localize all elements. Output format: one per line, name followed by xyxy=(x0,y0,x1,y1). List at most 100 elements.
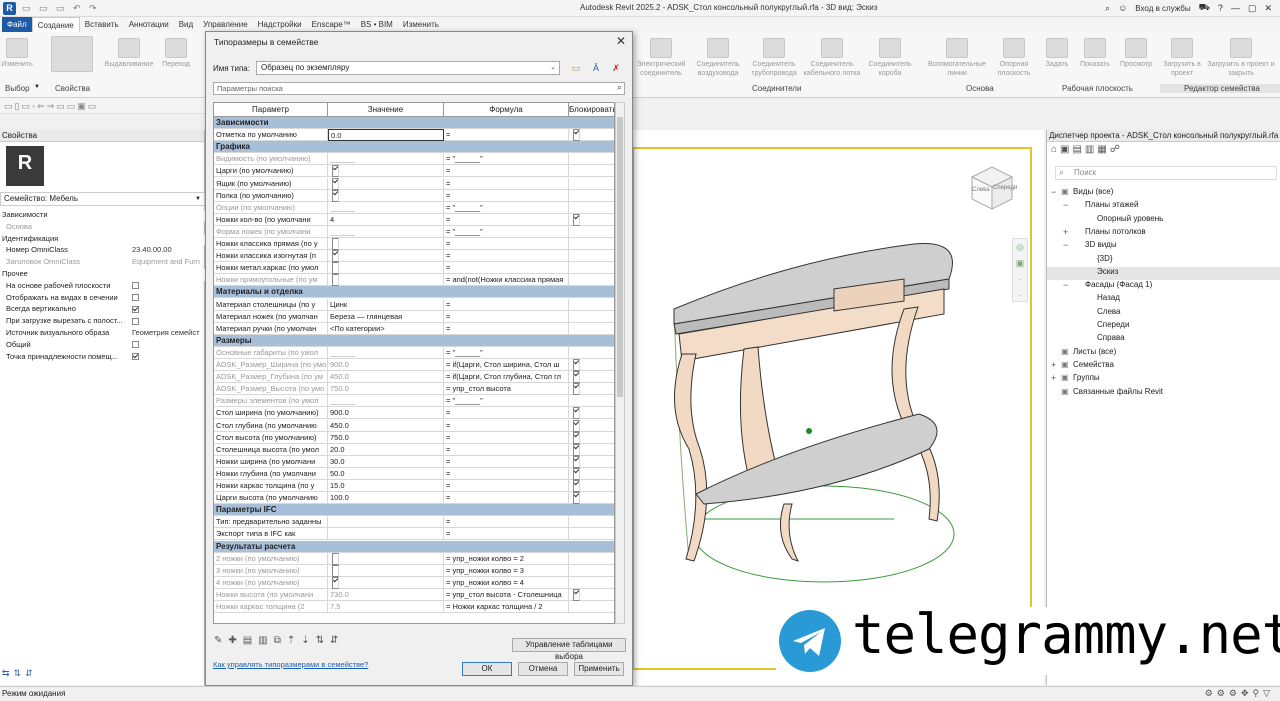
lock-checkbox[interactable] xyxy=(573,407,580,420)
load-into-project-button[interactable]: Загрузить в проект xyxy=(1160,36,1204,77)
parameter-lock[interactable] xyxy=(569,262,614,274)
parameter-lock[interactable] xyxy=(569,190,614,202)
parameter-row[interactable]: ADSK_Размер_Высота (по умо 750.0 = упр_сто… xyxy=(214,383,614,396)
lock-checkbox[interactable] xyxy=(573,213,580,226)
selection-options-icons[interactable]: ⚙⚙⚙✥⚲▽ xyxy=(1205,688,1274,699)
parameter-lock[interactable] xyxy=(569,178,614,190)
parameter-formula[interactable]: = xyxy=(444,407,569,420)
value-checkbox[interactable] xyxy=(332,552,339,565)
parameter-value[interactable]: 4 xyxy=(328,213,444,226)
parameter-value[interactable]: 750.0 xyxy=(328,431,444,444)
lock-checkbox[interactable] xyxy=(573,383,580,396)
parameter-formula[interactable]: = "______" xyxy=(444,201,569,214)
parameter-value[interactable] xyxy=(328,576,444,589)
parameter-lock[interactable] xyxy=(569,565,614,577)
cancel-button[interactable]: Отмена xyxy=(518,662,568,676)
value-checkbox[interactable] xyxy=(332,177,339,190)
parameter-row[interactable]: Отметка по умолчанию 0.0 = xyxy=(214,129,614,142)
parameter-value[interactable]: 0.0 xyxy=(328,129,444,142)
parameter-row[interactable]: Экспорт типа в IFC как = xyxy=(214,528,614,541)
ribbon-section-select[interactable]: Выбор xyxy=(5,84,30,93)
parameter-value[interactable]: ______ xyxy=(328,346,444,359)
parameter-row[interactable]: Стол глубина (по умолчанию 450.0 = xyxy=(214,419,614,432)
parameter-lock[interactable] xyxy=(569,383,614,396)
parameter-formula[interactable]: = "______" xyxy=(444,153,569,166)
header-formula[interactable]: Формула xyxy=(444,103,569,117)
lock-checkbox[interactable] xyxy=(573,467,580,480)
sweep-button[interactable]: Переход xyxy=(156,36,196,74)
parameter-lock[interactable] xyxy=(569,395,614,407)
delete-type-icon[interactable]: ✗ xyxy=(610,62,622,74)
header-value[interactable]: Значение xyxy=(328,103,444,117)
grid-scrollbar[interactable] xyxy=(615,102,625,624)
signin-link[interactable]: Вход в службы xyxy=(1135,4,1190,13)
property-checkbox[interactable] xyxy=(132,282,139,290)
property-row[interactable]: На основе рабочей плоскости xyxy=(0,281,205,293)
property-row[interactable]: При загрузке вырезать с полост... xyxy=(0,316,205,328)
parameter-lock[interactable] xyxy=(569,129,614,142)
tab-view[interactable]: Вид xyxy=(174,17,198,32)
browser-item[interactable]: ▣ Листы (все) xyxy=(1047,347,1280,360)
parameter-lock[interactable] xyxy=(569,371,614,384)
sort-desc-icon[interactable]: ⇵ xyxy=(330,635,338,646)
browser-item[interactable]: − Фасады (Фасад 1) xyxy=(1047,280,1280,293)
shared-parameter-icon[interactable]: ▤ xyxy=(243,635,252,646)
parameter-value[interactable]: 900.0 xyxy=(328,359,444,371)
parameter-value[interactable]: 730.0 xyxy=(328,588,444,601)
browser-item[interactable]: + Планы потолков xyxy=(1047,227,1280,240)
lock-checkbox[interactable] xyxy=(573,455,580,468)
modify-button[interactable]: Изменить xyxy=(0,36,34,74)
table-3d-model[interactable] xyxy=(634,149,1030,668)
parameter-lock[interactable] xyxy=(569,480,614,492)
parameter-row[interactable]: Стол высота (по умолчанию) 750.0 = xyxy=(214,431,614,444)
property-row[interactable]: Всегда вертикально xyxy=(0,304,205,316)
lock-checkbox[interactable] xyxy=(573,359,580,371)
parameter-formula[interactable]: = xyxy=(444,310,569,323)
parameter-lock[interactable] xyxy=(569,528,614,540)
dialog-close-button[interactable]: ✕ xyxy=(616,34,626,48)
property-value[interactable] xyxy=(132,304,139,313)
parameter-value[interactable]: ______ xyxy=(328,225,444,238)
header-lock[interactable]: Блокировать xyxy=(569,103,614,117)
user-icon[interactable]: ☺ xyxy=(1118,3,1127,13)
lock-checkbox[interactable] xyxy=(573,431,580,444)
parameter-row[interactable]: Ножки высота (по умолчани 730.0 = упр_стол… xyxy=(214,588,614,601)
cable-tray-connector-button[interactable]: Соединитель кабельного лотка xyxy=(802,36,862,77)
parameter-formula[interactable]: = упр_стол высота - Столешница xyxy=(444,588,569,601)
edit-parameter-icon[interactable]: ✎ xyxy=(214,635,222,646)
parameter-row[interactable]: ADSK_Размер_Глубина (по ум 450.0 = if(Царг… xyxy=(214,371,614,384)
browser-toolbar-icons[interactable]: ⌂▣▤▥▦☍ xyxy=(1051,144,1123,155)
parameter-formula[interactable]: = xyxy=(444,419,569,432)
electrical-connector-button[interactable]: Электрический соединитель xyxy=(632,36,690,77)
parameter-lock[interactable] xyxy=(569,347,614,359)
parameter-value[interactable]: ______ xyxy=(328,201,444,214)
parameter-row[interactable]: Материал ножек (по умолчан Береза — глянц… xyxy=(214,310,614,323)
maximize-button[interactable]: ▢ xyxy=(1248,3,1257,14)
set-workplane-button[interactable]: Задать xyxy=(1040,36,1074,74)
browser-item[interactable]: Опорный уровень xyxy=(1047,214,1280,227)
parameter-formula[interactable]: = xyxy=(444,455,569,468)
parameter-value[interactable] xyxy=(328,516,444,529)
value-checkbox[interactable] xyxy=(332,274,339,287)
header-parameter[interactable]: Параметр xyxy=(214,103,328,117)
parameter-lock[interactable] xyxy=(569,601,614,613)
lock-checkbox[interactable] xyxy=(573,588,580,601)
browser-item[interactable]: {3D} xyxy=(1047,254,1280,267)
parameter-row[interactable]: Ножки каркас толщина (2 7.5 = Ножки каркас… xyxy=(214,601,614,614)
parameter-row[interactable]: Размеры элементов (по умол ______ = "_____… xyxy=(214,395,614,408)
extrusion-button[interactable]: Выдавливание xyxy=(104,36,154,74)
parameter-lock[interactable] xyxy=(569,299,614,311)
parameter-formula[interactable]: = xyxy=(444,298,569,311)
parameter-value[interactable]: 30.0 xyxy=(328,455,444,468)
expand-toggle[interactable]: + xyxy=(1063,227,1068,237)
browser-item[interactable]: Назад xyxy=(1047,293,1280,306)
parameter-lock[interactable] xyxy=(569,274,614,286)
parameter-row[interactable]: Ножки ширина (по умолчани 30.0 = xyxy=(214,455,614,468)
lock-checkbox[interactable] xyxy=(573,492,580,505)
quick-access-toolbar[interactable]: ▭▯▭◦⇐⇒▭▭▣▭ xyxy=(0,98,205,114)
new-parameter-icon[interactable]: ✚ xyxy=(228,635,236,646)
parameter-value[interactable]: 450.0 xyxy=(328,419,444,432)
tab-modify[interactable]: Изменить xyxy=(398,17,444,32)
parameter-lock[interactable] xyxy=(569,455,614,468)
property-row[interactable]: Отображать на видах в сечении xyxy=(0,293,205,305)
